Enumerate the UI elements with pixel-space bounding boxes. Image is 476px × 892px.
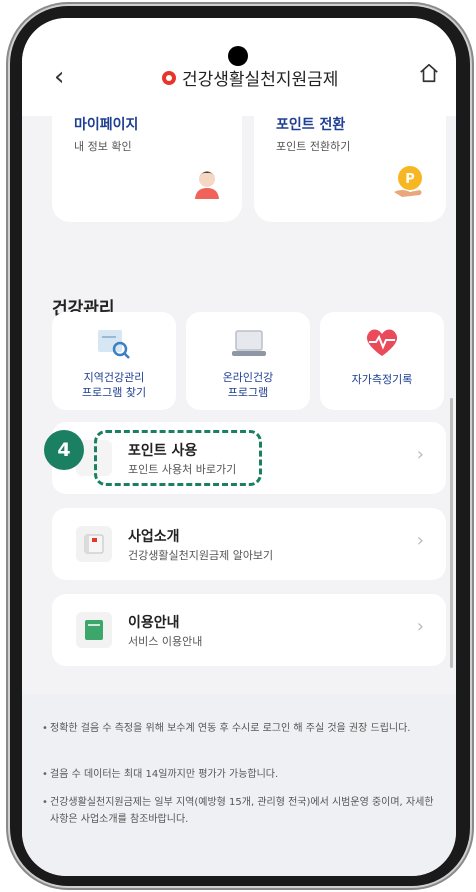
heart-pulse-icon — [366, 329, 398, 356]
guide-book-icon — [76, 612, 112, 648]
mypage-card[interactable]: 마이페이지 내 정보 확인 — [52, 98, 242, 222]
row-usage-guide-title: 이용안내 — [128, 615, 180, 631]
book-icon — [76, 526, 112, 562]
notice-item: 걸음 수 데이터는 최대 14일까지만 평가가 가능합니다. — [42, 766, 436, 783]
camera-notch — [228, 46, 248, 66]
page-title: 건강생활실천지원금제 — [182, 70, 339, 90]
mypage-card-subtitle: 내 정보 확인 — [74, 140, 132, 153]
tutorial-highlight-box — [94, 430, 262, 486]
point-convert-card[interactable]: 포인트 전환 포인트 전환하기 P — [254, 98, 446, 222]
notice-area: 정확한 걸음 수 측정을 위해 보수계 연동 후 수시로 로그인 해 주실 것을… — [22, 694, 456, 876]
point-convert-card-subtitle: 포인트 전환하기 — [276, 140, 351, 153]
notice-item: 건강생활실천지원금제는 일부 지역(예방형 15개, 관리형 전국)에서 시범운… — [42, 794, 436, 828]
laptop-icon — [232, 330, 266, 356]
row-business-intro[interactable]: 사업소개 건강생활실천지원금제 알아보기 › — [52, 508, 446, 580]
mypage-card-title: 마이페이지 — [74, 117, 139, 133]
row-usage-guide-subtitle: 서비스 이용안내 — [128, 635, 203, 648]
scrollbar[interactable] — [450, 398, 453, 668]
tile-regional-program[interactable]: 지역건강관리 프로그램 찾기 — [52, 312, 176, 410]
notice-item: 정확한 걸음 수 측정을 위해 보수계 연동 후 수시로 로그인 해 주실 것을… — [42, 720, 436, 737]
svg-text:P: P — [405, 172, 415, 187]
row-business-intro-title: 사업소개 — [128, 529, 180, 545]
logo-icon — [162, 70, 176, 85]
tile-self-measure[interactable]: 자가측정기록 — [320, 312, 444, 410]
tile-online-program[interactable]: 온라인건강 프로그램 — [186, 312, 310, 410]
app-screen: ‹ 건강생활실천지원금제 마이페이지 내 정보 확인 포인트 전환 포인트 전환… — [22, 18, 456, 876]
user-avatar-icon — [195, 171, 219, 199]
program-search-icon — [98, 330, 130, 359]
tile-regional-program-label: 지역건강관리 프로그램 찾기 — [81, 371, 147, 399]
chevron-right-icon: › — [416, 530, 424, 551]
tile-self-measure-label: 자가측정기록 — [351, 373, 413, 386]
chevron-right-icon: › — [416, 616, 424, 637]
row-usage-guide[interactable]: 이용안내 서비스 이용안내 › — [52, 594, 446, 666]
phone-mockup: ‹ 건강생활실천지원금제 마이페이지 내 정보 확인 포인트 전환 포인트 전환… — [0, 0, 476, 892]
point-convert-card-title: 포인트 전환 — [276, 117, 346, 133]
row-business-intro-subtitle: 건강생활실천지원금제 알아보기 — [128, 549, 274, 562]
home-icon[interactable] — [418, 62, 440, 84]
back-icon[interactable]: ‹ — [54, 62, 64, 92]
header-title-wrap: 건강생활실천지원금제 — [162, 65, 338, 90]
point-coin-icon: P — [394, 166, 422, 197]
step-number-badge: 4 — [44, 430, 84, 470]
tile-online-program-label: 온라인건강 프로그램 — [222, 371, 274, 399]
chevron-right-icon: › — [416, 444, 424, 465]
